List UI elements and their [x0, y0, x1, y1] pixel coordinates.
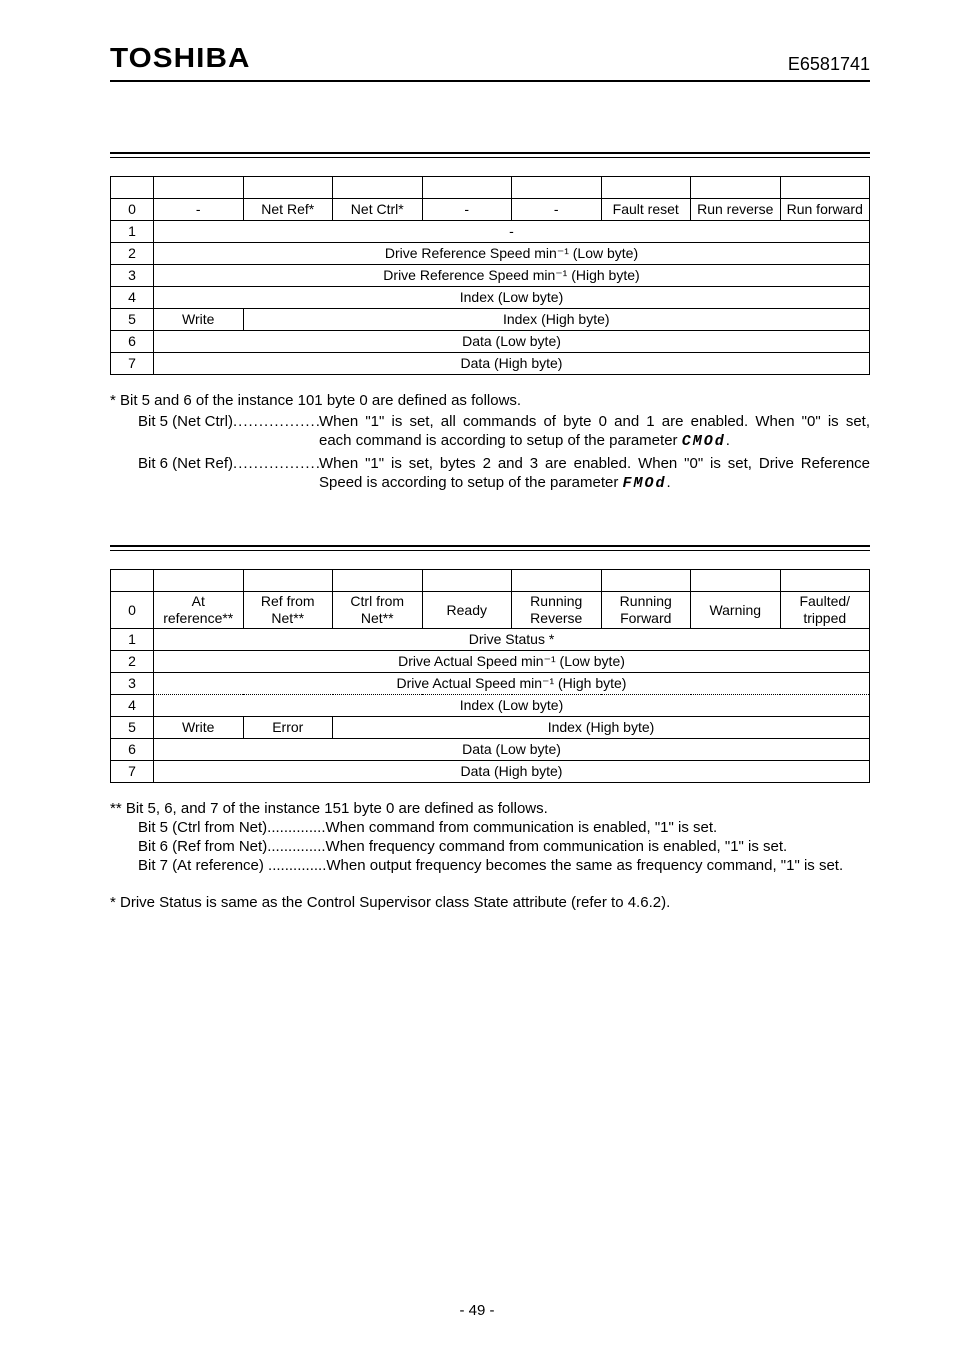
- table-row: 7 Data (High byte): [111, 352, 870, 374]
- cell: Run reverse: [691, 198, 781, 220]
- cell: Index (High byte): [243, 308, 870, 330]
- note-text: each command is according to setup of th…: [319, 432, 682, 449]
- table-row: 4 Index (Low byte): [111, 694, 870, 716]
- bit-label: Bit 5 (Net Ctrl): [138, 413, 233, 430]
- page-header: TOSHIBA E6581741: [110, 40, 870, 82]
- byte-index: 6: [111, 738, 154, 760]
- cell: Running Forward: [601, 592, 691, 629]
- cell: Drive Status *: [154, 628, 870, 650]
- section-divider-2: [110, 545, 870, 551]
- table-header-row: [111, 570, 870, 592]
- table-row: 5 Write Error Index (High byte): [111, 716, 870, 738]
- cell: Data (High byte): [154, 352, 870, 374]
- table-row: 0 - Net Ref* Net Ctrl* - - Fault reset R…: [111, 198, 870, 220]
- notes-block-2: ** Bit 5, 6, and 7 of the instance 151 b…: [110, 799, 870, 913]
- cell: Net Ctrl*: [333, 198, 423, 220]
- note-text: When "1" is set, bytes 2 and 3 are enabl…: [319, 454, 870, 473]
- note-final: * Drive Status is same as the Control Su…: [110, 893, 870, 912]
- cell: Drive Actual Speed min⁻¹ (Low byte): [154, 650, 870, 672]
- byte-index: 4: [111, 694, 154, 716]
- input-instance-table: 0 At reference** Ref from Net** Ctrl fro…: [110, 569, 870, 783]
- note-line: Bit 5 (Ctrl from Net)..............When …: [110, 818, 870, 837]
- document-id: E6581741: [788, 53, 870, 76]
- cell: At reference**: [154, 592, 244, 629]
- bit-label: Bit 6 (Net Ref): [138, 455, 233, 472]
- byte-index: 0: [111, 592, 154, 629]
- brand-logo: TOSHIBA: [110, 40, 250, 76]
- byte-index: 1: [111, 220, 154, 242]
- param-code: FMOd: [623, 475, 667, 492]
- note-text: .: [667, 474, 671, 491]
- cell: -: [512, 198, 602, 220]
- table-row: 3 Drive Reference Speed min⁻¹ (High byte…: [111, 264, 870, 286]
- cell: Drive Reference Speed min⁻¹ (High byte): [154, 264, 870, 286]
- byte-index: 7: [111, 760, 154, 782]
- cell: Data (Low byte): [154, 330, 870, 352]
- table-row: 1 Drive Status *: [111, 628, 870, 650]
- cell: Ref from Net**: [243, 592, 333, 629]
- byte-index: 0: [111, 198, 154, 220]
- table-row: 6 Data (Low byte): [111, 330, 870, 352]
- table-row: 6 Data (Low byte): [111, 738, 870, 760]
- section-divider-1: [110, 152, 870, 158]
- cell: -: [422, 198, 512, 220]
- byte-index: 2: [111, 650, 154, 672]
- param-code: CMOd: [682, 433, 726, 450]
- note-intro: ** Bit 5, 6, and 7 of the instance 151 b…: [110, 799, 870, 818]
- note-text: .: [726, 432, 730, 449]
- cell: Run forward: [780, 198, 870, 220]
- cell: Write: [154, 716, 244, 738]
- byte-index: 5: [111, 308, 154, 330]
- table-row: 3 Drive Actual Speed min⁻¹ (High byte): [111, 672, 870, 694]
- byte-index: 3: [111, 672, 154, 694]
- byte-index: 2: [111, 242, 154, 264]
- cell: Drive Actual Speed min⁻¹ (High byte): [154, 672, 870, 694]
- page-footer: - 49 -: [0, 1301, 954, 1320]
- note-text: When "1" is set, all commands of byte 0 …: [319, 412, 870, 431]
- byte-index: 6: [111, 330, 154, 352]
- cell: Write: [154, 308, 244, 330]
- table-header-row: [111, 176, 870, 198]
- cell: Index (Low byte): [154, 286, 870, 308]
- cell: Warning: [691, 592, 781, 629]
- byte-index: 3: [111, 264, 154, 286]
- note-intro: * Bit 5 and 6 of the instance 101 byte 0…: [110, 391, 870, 410]
- page-number: - 49 -: [459, 1302, 494, 1319]
- cell: Ctrl from Net**: [333, 592, 423, 629]
- table-row: 7 Data (High byte): [111, 760, 870, 782]
- byte-index: 5: [111, 716, 154, 738]
- note-line: Bit 7 (At reference) ..............When …: [110, 856, 870, 875]
- table-row: 5 Write Index (High byte): [111, 308, 870, 330]
- cell: Data (High byte): [154, 760, 870, 782]
- table-row: 2 Drive Actual Speed min⁻¹ (Low byte): [111, 650, 870, 672]
- cell: Data (Low byte): [154, 738, 870, 760]
- cell: Error: [243, 716, 333, 738]
- cell: Fault reset: [601, 198, 691, 220]
- cell: Running Reverse: [512, 592, 602, 629]
- byte-index: 1: [111, 628, 154, 650]
- cell: Drive Reference Speed min⁻¹ (Low byte): [154, 242, 870, 264]
- cell: -: [154, 198, 244, 220]
- note-text: Speed is according to setup of the param…: [319, 474, 623, 491]
- table-row: 4 Index (Low byte): [111, 286, 870, 308]
- output-instance-table: 0 - Net Ref* Net Ctrl* - - Fault reset R…: [110, 176, 870, 375]
- table-row: 0 At reference** Ref from Net** Ctrl fro…: [111, 592, 870, 629]
- cell: Index (High byte): [333, 716, 870, 738]
- cell: -: [154, 220, 870, 242]
- byte-index: 7: [111, 352, 154, 374]
- cell: Net Ref*: [243, 198, 333, 220]
- cell: Faulted/ tripped: [780, 592, 870, 629]
- note-line: Bit 6 (Ref from Net)..............When f…: [110, 837, 870, 856]
- table-row: 1 -: [111, 220, 870, 242]
- table-row: 2 Drive Reference Speed min⁻¹ (Low byte): [111, 242, 870, 264]
- cell: Ready: [422, 592, 512, 629]
- byte-index: 4: [111, 286, 154, 308]
- notes-block-1: * Bit 5 and 6 of the instance 101 byte 0…: [110, 391, 870, 493]
- cell: Index (Low byte): [154, 694, 870, 716]
